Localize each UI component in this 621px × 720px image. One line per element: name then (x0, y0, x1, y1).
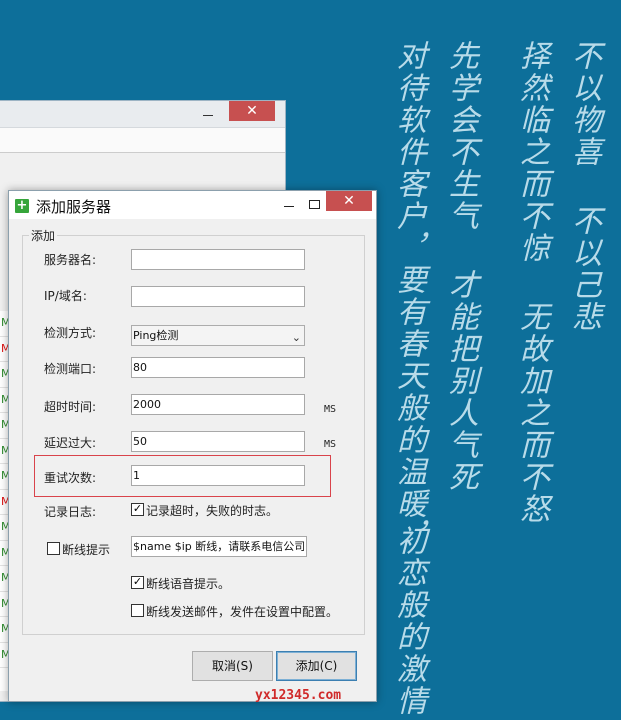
poem-column-3: 先学会不生气 才能把别人气死 (443, 40, 478, 493)
voice-prompt-checkbox[interactable]: ✓ (131, 576, 144, 589)
disconnect-prompt-label: 断线提示 (62, 543, 111, 557)
dialog-titlebar: + 添加服务器 ✕ (9, 191, 376, 219)
background-titlebar: ✕ (0, 101, 285, 128)
ip-domain-label: IP/域名: (44, 289, 87, 303)
check-method-value: Ping检测 (133, 329, 179, 342)
minimize-icon[interactable] (279, 197, 299, 213)
disconnect-prompt-checkbox[interactable] (47, 542, 60, 555)
timeout-label: 超时时间: (44, 400, 97, 414)
log-checkbox[interactable]: ✓ (131, 503, 144, 516)
background-close-button[interactable]: ✕ (229, 101, 275, 121)
poem-column-4: 对待软件客户，要有春天般的温暖， (391, 40, 426, 552)
dialog-title: 添加服务器 (36, 198, 112, 216)
poem-column-1: 不以物喜 不以己悲 (566, 40, 601, 333)
background-toolbar (0, 128, 285, 153)
minimize-icon[interactable] (200, 106, 216, 122)
ip-domain-input[interactable] (131, 286, 305, 307)
poem-column-5: 初恋般的激情 (391, 525, 426, 717)
email-prompt-label: 断线发送邮件，发件在设置中配置。 (146, 605, 339, 619)
group-label: 添加 (29, 227, 58, 244)
latency-unit: MS (324, 439, 337, 450)
retries-input[interactable]: 1 (131, 465, 305, 486)
add-server-dialog: + 添加服务器 ✕ 添加 服务器名: IP/域名: 检测方式: Ping检测 ⌄… (8, 190, 377, 702)
retries-label: 重试次数: (44, 471, 97, 485)
email-prompt-checkbox[interactable] (131, 604, 144, 617)
server-name-label: 服务器名: (44, 253, 97, 267)
check-method-select[interactable]: Ping检测 ⌄ (131, 325, 305, 346)
voice-prompt-label: 断线语音提示。 (146, 577, 231, 591)
add-button[interactable]: 添加(C) (276, 651, 357, 681)
log-label: 记录日志: (44, 505, 97, 519)
watermark-text: yx12345.com (255, 688, 342, 703)
poem-column-2: 择然临之而不惊 无故加之而不怒 (514, 40, 549, 525)
close-button[interactable]: ✕ (326, 191, 372, 211)
check-port-input[interactable]: 80 (131, 357, 305, 378)
latency-input[interactable]: 50 (131, 431, 305, 452)
maximize-icon[interactable] (304, 197, 324, 213)
check-port-label: 检测端口: (44, 362, 97, 376)
log-checkbox-label: 记录超时，失败的时志。 (146, 504, 279, 518)
server-name-input[interactable] (131, 249, 305, 270)
chevron-down-icon: ⌄ (291, 331, 301, 344)
timeout-input[interactable]: 2000 (131, 394, 305, 415)
check-method-label: 检测方式: (44, 326, 97, 340)
cancel-button[interactable]: 取消(S) (192, 651, 273, 681)
disconnect-message-input[interactable]: $name $ip 断线，请联系电信公司 (131, 536, 307, 557)
latency-label: 延迟过大: (44, 436, 97, 450)
timeout-unit: MS (324, 404, 337, 415)
plus-icon: + (15, 198, 29, 213)
